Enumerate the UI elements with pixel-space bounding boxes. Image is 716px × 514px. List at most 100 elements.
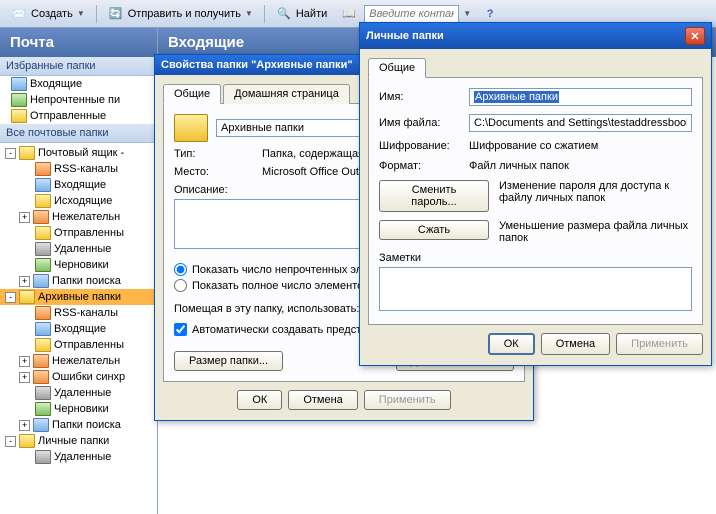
folder-icon — [11, 109, 27, 123]
expand-icon[interactable]: - — [5, 148, 16, 159]
tree-item[interactable]: RSS-каналы — [0, 305, 157, 321]
compact-button[interactable]: Сжать — [379, 220, 489, 240]
apply-button[interactable]: Применить — [364, 390, 451, 410]
folder-icon — [35, 402, 51, 416]
close-icon: ✕ — [690, 30, 699, 43]
compact-desc: Уменьшение размера файла личных папок — [499, 220, 692, 244]
encryption-value: Шифрование со сжатием — [469, 140, 692, 152]
tree-item[interactable]: Отправленны — [0, 337, 157, 353]
folder-label: Архивные папки — [38, 291, 121, 303]
tree-item[interactable]: + Ошибки синхр — [0, 369, 157, 385]
tree-item[interactable]: Удаленные — [0, 385, 157, 401]
tabs: Общие — [368, 57, 703, 78]
folder-icon — [33, 274, 49, 288]
folder-label: Нежелательн — [52, 355, 120, 367]
fav-item[interactable]: Отправленные — [0, 108, 157, 124]
name-label: Имя: — [379, 91, 469, 103]
auto-create-label: Автоматически создавать предста — [192, 324, 367, 336]
folder-icon — [35, 450, 51, 464]
folder-icon — [35, 242, 51, 256]
folder-icon — [19, 290, 35, 304]
send-receive-button[interactable]: 🔄 Отправить и получить ▼ — [101, 3, 260, 25]
expand-icon[interactable]: + — [19, 356, 30, 367]
folder-label: Исходящие — [54, 195, 112, 207]
create-label: Создать — [31, 8, 73, 20]
tab-homepage[interactable]: Домашняя страница — [223, 84, 350, 104]
change-password-button[interactable]: Сменить пароль... — [379, 180, 489, 212]
folder-icon — [33, 210, 49, 224]
folder-label: RSS-каналы — [54, 163, 118, 175]
folder-label: Входящие — [54, 323, 106, 335]
sync-icon: 🔄 — [108, 6, 124, 22]
tree-item[interactable]: Удаленные — [0, 241, 157, 257]
apply-button[interactable]: Применить — [616, 333, 703, 355]
find-button[interactable]: 🔍 Найти — [269, 3, 334, 25]
folder-icon — [35, 258, 51, 272]
tree-item[interactable]: Отправленны — [0, 225, 157, 241]
name-input[interactable]: Архивные папки — [469, 88, 692, 106]
auto-create-checkbox[interactable] — [174, 323, 187, 336]
encryption-label: Шифрование: — [379, 140, 469, 152]
contact-search-input[interactable] — [364, 5, 459, 23]
all-folders-header[interactable]: Все почтовые папки — [0, 124, 157, 143]
folder-label: Удаленные — [54, 387, 111, 399]
expand-icon[interactable]: + — [19, 212, 30, 223]
tree-item[interactable]: Черновики — [0, 401, 157, 417]
expand-icon[interactable]: - — [5, 436, 16, 447]
folder-icon — [19, 146, 35, 160]
folder-tree: -Почтовый ящик - RSS-каналы Входящие Исходя… — [0, 143, 157, 514]
tree-item[interactable]: Входящие — [0, 177, 157, 193]
expand-icon[interactable]: - — [5, 292, 16, 303]
folder-icon — [19, 434, 35, 448]
cancel-button[interactable]: Отмена — [541, 333, 610, 355]
file-input[interactable] — [469, 114, 692, 132]
favorite-list: ВходящиеНепрочтенные пиОтправленные — [0, 76, 157, 124]
tab-general[interactable]: Общие — [368, 58, 426, 78]
fav-item[interactable]: Непрочтенные пи — [0, 92, 157, 108]
chevron-down-icon: ▼ — [463, 9, 471, 18]
tree-item[interactable]: Входящие — [0, 321, 157, 337]
tree-item[interactable]: +Нежелательн — [0, 209, 157, 225]
folder-icon — [11, 77, 27, 91]
ok-button[interactable]: ОК — [488, 333, 535, 355]
nav-pane: Почта Избранные папки ВходящиеНепрочтенн… — [0, 28, 158, 514]
cancel-button[interactable]: Отмена — [288, 390, 357, 410]
dialog-titlebar[interactable]: Личные папки ✕ — [360, 23, 711, 49]
tree-item[interactable]: + Нежелательн — [0, 353, 157, 369]
folder-size-button[interactable]: Размер папки... — [174, 351, 283, 371]
folder-label: Черновики — [54, 259, 109, 271]
expand-icon[interactable]: + — [19, 276, 30, 287]
name-value: Архивные папки — [474, 91, 559, 103]
expand-icon[interactable]: + — [19, 372, 30, 383]
folder-label: Личные папки — [38, 435, 109, 447]
tree-item[interactable]: - Личные папки — [0, 433, 157, 449]
ok-button[interactable]: ОК — [237, 390, 282, 410]
folder-large-icon — [174, 114, 208, 142]
radio-unread-input[interactable] — [174, 263, 187, 276]
tree-item[interactable]: Удаленные — [0, 449, 157, 465]
folder-label: Ошибки синхр — [52, 371, 125, 383]
create-button[interactable]: ✉️ Создать ▼ — [4, 3, 92, 25]
folder-label: Папки поиска — [52, 419, 121, 431]
tree-item[interactable]: Черновики — [0, 257, 157, 273]
notes-input[interactable] — [379, 267, 692, 311]
fav-item[interactable]: Входящие — [0, 76, 157, 92]
chevron-down-icon: ▼ — [245, 9, 253, 18]
notes-label: Заметки — [379, 252, 692, 264]
tree-item[interactable]: Исходящие — [0, 193, 157, 209]
favorite-folders-header[interactable]: Избранные папки — [0, 57, 157, 76]
tree-item[interactable]: - Архивные папки — [0, 289, 157, 305]
tree-item[interactable]: + Папки поиска — [0, 417, 157, 433]
tree-item[interactable]: RSS-каналы — [0, 161, 157, 177]
folder-label: Удаленные — [54, 243, 111, 255]
radio-total-input[interactable] — [174, 279, 187, 292]
tree-item[interactable]: +Папки поиска — [0, 273, 157, 289]
expand-icon[interactable]: + — [19, 420, 30, 431]
tab-general[interactable]: Общие — [163, 84, 221, 104]
search-icon: 🔍 — [276, 6, 292, 22]
change-password-desc: Изменение пароля для доступа к файлу лич… — [499, 180, 692, 204]
close-button[interactable]: ✕ — [685, 27, 705, 45]
folder-icon — [33, 354, 49, 368]
radio-total-label: Показать полное число элементов — [192, 280, 369, 292]
tree-item[interactable]: -Почтовый ящик - — [0, 145, 157, 161]
